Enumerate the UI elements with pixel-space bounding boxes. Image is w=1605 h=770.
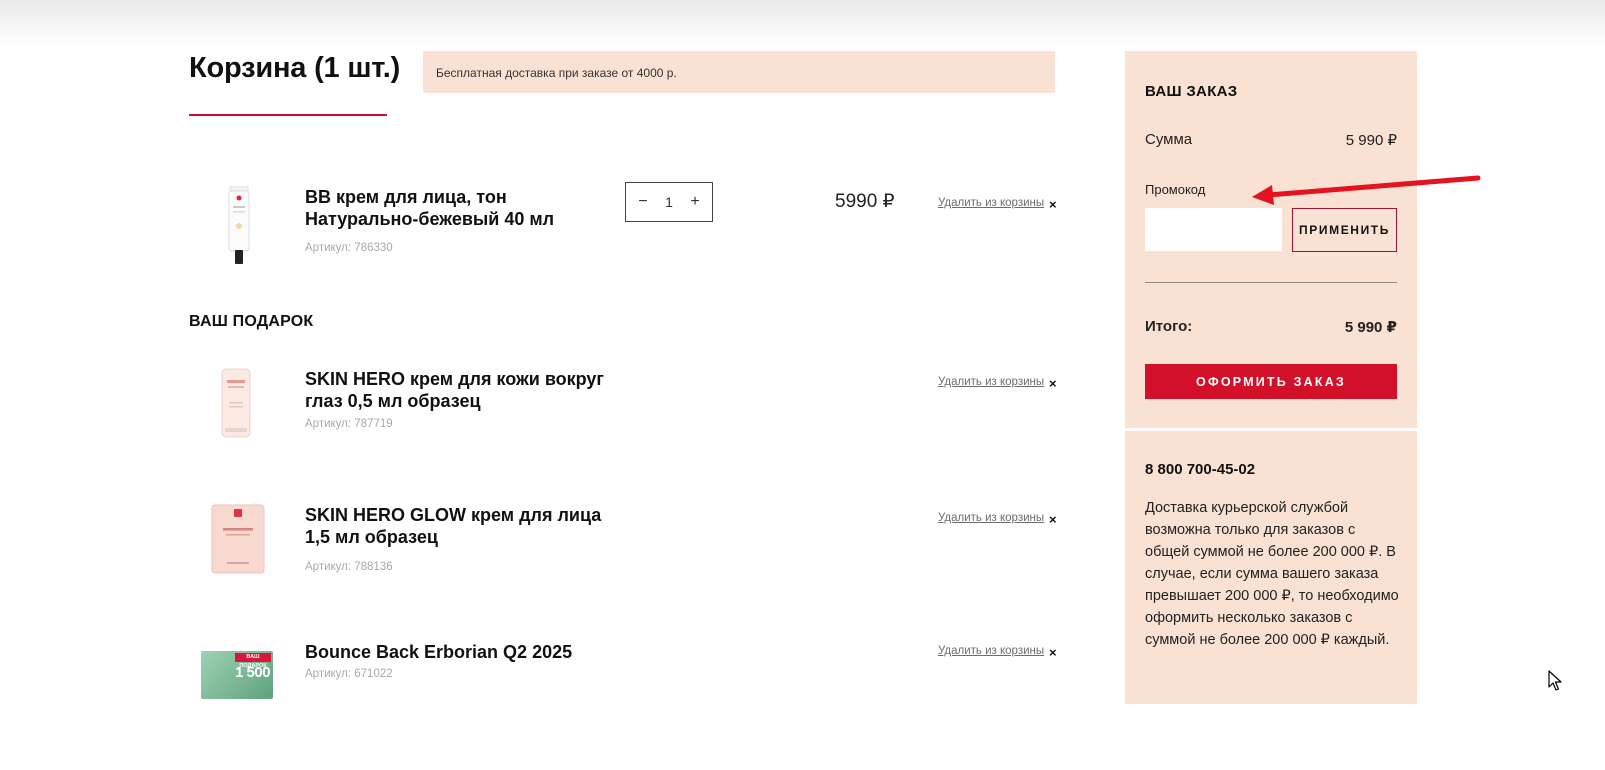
remove-icon[interactable]: × — [1049, 645, 1057, 660]
remove-from-cart-link[interactable]: Удалить из корзины — [938, 376, 1044, 388]
promo-code-input[interactable] — [1145, 208, 1282, 251]
summary-divider — [1145, 282, 1397, 283]
gift-image-glow-cream[interactable] — [211, 504, 265, 579]
order-summary-title: ВАШ ЗАКАЗ — [1145, 83, 1238, 100]
gift-sku: Артикул: 671022 — [305, 668, 393, 680]
top-shadow — [0, 0, 1605, 46]
remove-icon[interactable]: × — [1049, 376, 1057, 391]
gift-image-eye-cream[interactable] — [221, 368, 251, 443]
free-shipping-banner: Бесплатная доставка при заказе от 4000 р… — [423, 51, 1055, 93]
subtotal-value: 5 990 ₽ — [1345, 132, 1397, 149]
delivery-info-panel: 8 800 700-45-02 Доставка курьерской служ… — [1125, 431, 1417, 704]
product-sku: Артикул: 786330 — [305, 242, 393, 254]
product-image-bb-cream[interactable] — [227, 185, 251, 271]
quantity-increase-button[interactable]: + — [687, 193, 703, 211]
quantity-value: 1 — [665, 194, 673, 210]
promo-code-label: Промокод — [1145, 182, 1206, 197]
product-price: 5990 ₽ — [835, 191, 895, 212]
gift-name[interactable]: SKIN HERO крем для кожи вокруг глаз 0,5 … — [305, 368, 610, 412]
cart-title: Корзина (1 шт.) — [189, 52, 401, 84]
subtotal-label: Сумма — [1145, 131, 1193, 148]
delivery-notice: Доставка курьерской службой возможна тол… — [1145, 500, 1399, 648]
gift-sku: Артикул: 787719 — [305, 418, 393, 430]
quantity-decrease-button[interactable]: − — [635, 193, 651, 211]
apply-promo-button[interactable]: ПРИМЕНИТЬ — [1292, 208, 1397, 252]
total-value: 5 990 ₽ — [1344, 319, 1397, 336]
quantity-stepper: − 1 + — [625, 182, 713, 222]
remove-icon[interactable]: × — [1049, 197, 1057, 212]
remove-from-cart-link[interactable]: Удалить из корзины — [938, 512, 1044, 524]
gift-image-promo-card[interactable]: ВАШ ПОДАРОК 1 500 — [201, 651, 273, 699]
gift-name[interactable]: Bounce Back Erborian Q2 2025 — [305, 641, 610, 663]
phone-number[interactable]: 8 800 700-45-02 — [1145, 461, 1255, 478]
checkout-button[interactable]: ОФОРМИТЬ ЗАКАЗ — [1145, 364, 1397, 399]
product-name[interactable]: BB крем для лица, тон Натурально-бежевый… — [305, 186, 610, 230]
remove-icon[interactable]: × — [1049, 512, 1057, 527]
total-label: Итого: — [1145, 318, 1193, 335]
order-summary-panel: ВАШ ЗАКАЗ Сумма 5 990 ₽ Промокод ПРИМЕНИ… — [1125, 51, 1417, 428]
remove-from-cart-link[interactable]: Удалить из корзины — [938, 197, 1044, 209]
title-underline — [189, 114, 387, 116]
gift-name[interactable]: SKIN HERO GLOW крем для лица 1,5 мл обра… — [305, 504, 610, 548]
gift-card-badge: ВАШ ПОДАРОК — [235, 653, 271, 669]
remove-from-cart-link[interactable]: Удалить из корзины — [938, 645, 1044, 657]
mouse-pointer-icon — [1548, 670, 1562, 691]
gift-section-title: ВАШ ПОДАРОК — [189, 313, 314, 330]
gift-sku: Артикул: 788136 — [305, 561, 393, 573]
gift-card-value: 1 500 — [235, 664, 271, 681]
